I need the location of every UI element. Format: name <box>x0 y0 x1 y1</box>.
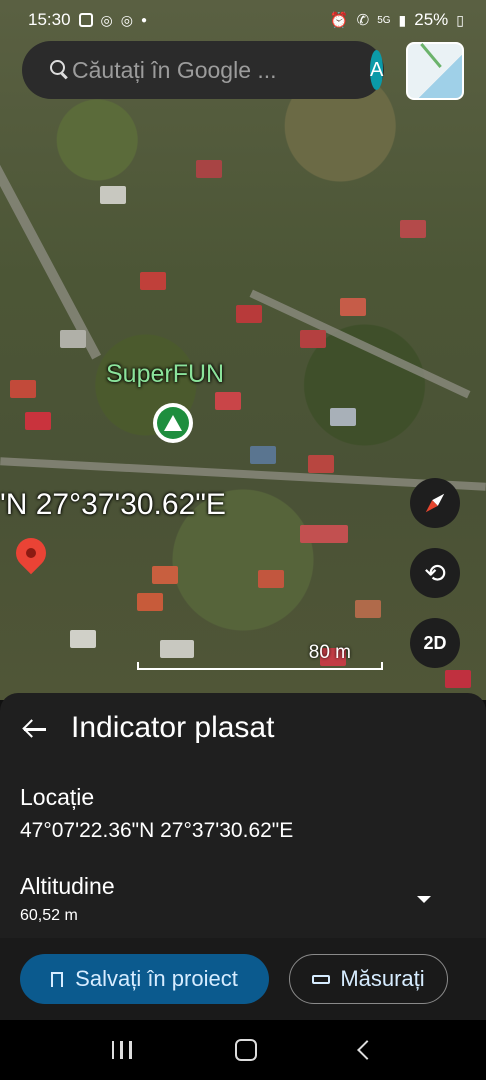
building <box>445 670 471 688</box>
home-icon[interactable] <box>234 1039 257 1061</box>
compass-button[interactable] <box>410 478 460 528</box>
altitude-value: 60,52 m <box>20 907 78 924</box>
gallery-icon <box>78 13 93 27</box>
rotate-lock-button[interactable]: ⟲ <box>410 548 460 598</box>
building <box>300 525 348 543</box>
building <box>330 408 356 426</box>
building <box>300 330 326 348</box>
bookmark-icon <box>51 971 64 991</box>
building <box>196 160 222 178</box>
back-icon[interactable] <box>357 1040 378 1060</box>
poi-pin[interactable] <box>153 403 193 443</box>
poi-label[interactable]: SuperFUN <box>106 360 224 389</box>
chevron-down-icon[interactable] <box>417 896 431 903</box>
location-label: Locație <box>20 784 95 810</box>
sheet-title: Indicator plasat <box>71 711 275 744</box>
status-bar: 15:30 ◎ ◎ ● ⏰ ✆ 5G ▮ 25% ▯ <box>0 0 486 40</box>
building <box>70 630 96 648</box>
dropped-pin-icon[interactable] <box>9 531 53 575</box>
recents-icon[interactable] <box>111 1041 132 1059</box>
scale-line <box>137 662 383 670</box>
system-nav-bar <box>0 1020 486 1080</box>
rotation-off-icon: ⟲ <box>424 557 446 588</box>
building <box>60 330 86 348</box>
dot-icon: ● <box>140 14 148 26</box>
layers-thumbnail-button[interactable] <box>406 42 464 100</box>
road <box>0 457 486 491</box>
building <box>137 593 163 611</box>
location-value[interactable]: 47°07'22.36"N 27°37'30.62"E <box>20 819 293 843</box>
compass-icon <box>417 485 454 522</box>
coordinate-overlay: 'N 27°37'30.62"E <box>0 488 226 521</box>
altitude-label: Altitudine <box>20 873 115 899</box>
network-type: 5G <box>377 14 391 26</box>
status-time: 15:30 <box>28 10 71 29</box>
satellite-map[interactable]: SuperFUN 'N 27°37'30.62"E 80 m <box>0 0 486 700</box>
search-input[interactable] <box>70 55 370 85</box>
building <box>258 570 284 588</box>
search-bar[interactable]: A <box>22 41 384 99</box>
alarm-icon: ⏰ <box>329 12 349 29</box>
ruler-icon <box>312 974 331 984</box>
action-bar: Salvați în proiect Măsurați <box>0 938 486 1020</box>
scale-bar: 80 m <box>137 642 383 670</box>
scale-label: 80 m <box>308 642 351 663</box>
view-2d-button[interactable]: 2D <box>410 618 460 668</box>
back-arrow-icon[interactable] <box>22 715 50 743</box>
building <box>355 600 381 618</box>
building <box>340 298 366 316</box>
road <box>0 160 102 360</box>
save-to-project-button[interactable]: Salvați în proiect <box>20 954 269 1004</box>
building <box>215 392 241 410</box>
building <box>400 220 426 238</box>
signal-icon: ▮ <box>398 11 407 28</box>
save-label: Salvați în proiect <box>75 966 238 991</box>
building <box>308 455 334 473</box>
battery-level: 25% <box>414 10 449 29</box>
building <box>152 566 178 584</box>
building <box>100 186 126 204</box>
measure-label: Măsurați <box>340 966 425 991</box>
building <box>140 272 166 290</box>
call-icon: ✆ <box>356 12 370 29</box>
chrome-icon: ◎ <box>100 11 113 28</box>
battery-icon: ▯ <box>456 11 464 28</box>
measure-button[interactable]: Măsurați <box>289 954 448 1004</box>
tree-icon <box>157 407 189 439</box>
building <box>250 446 276 464</box>
building <box>236 305 262 323</box>
building <box>10 380 36 398</box>
building <box>25 412 51 430</box>
chrome-icon: ◎ <box>120 11 133 28</box>
